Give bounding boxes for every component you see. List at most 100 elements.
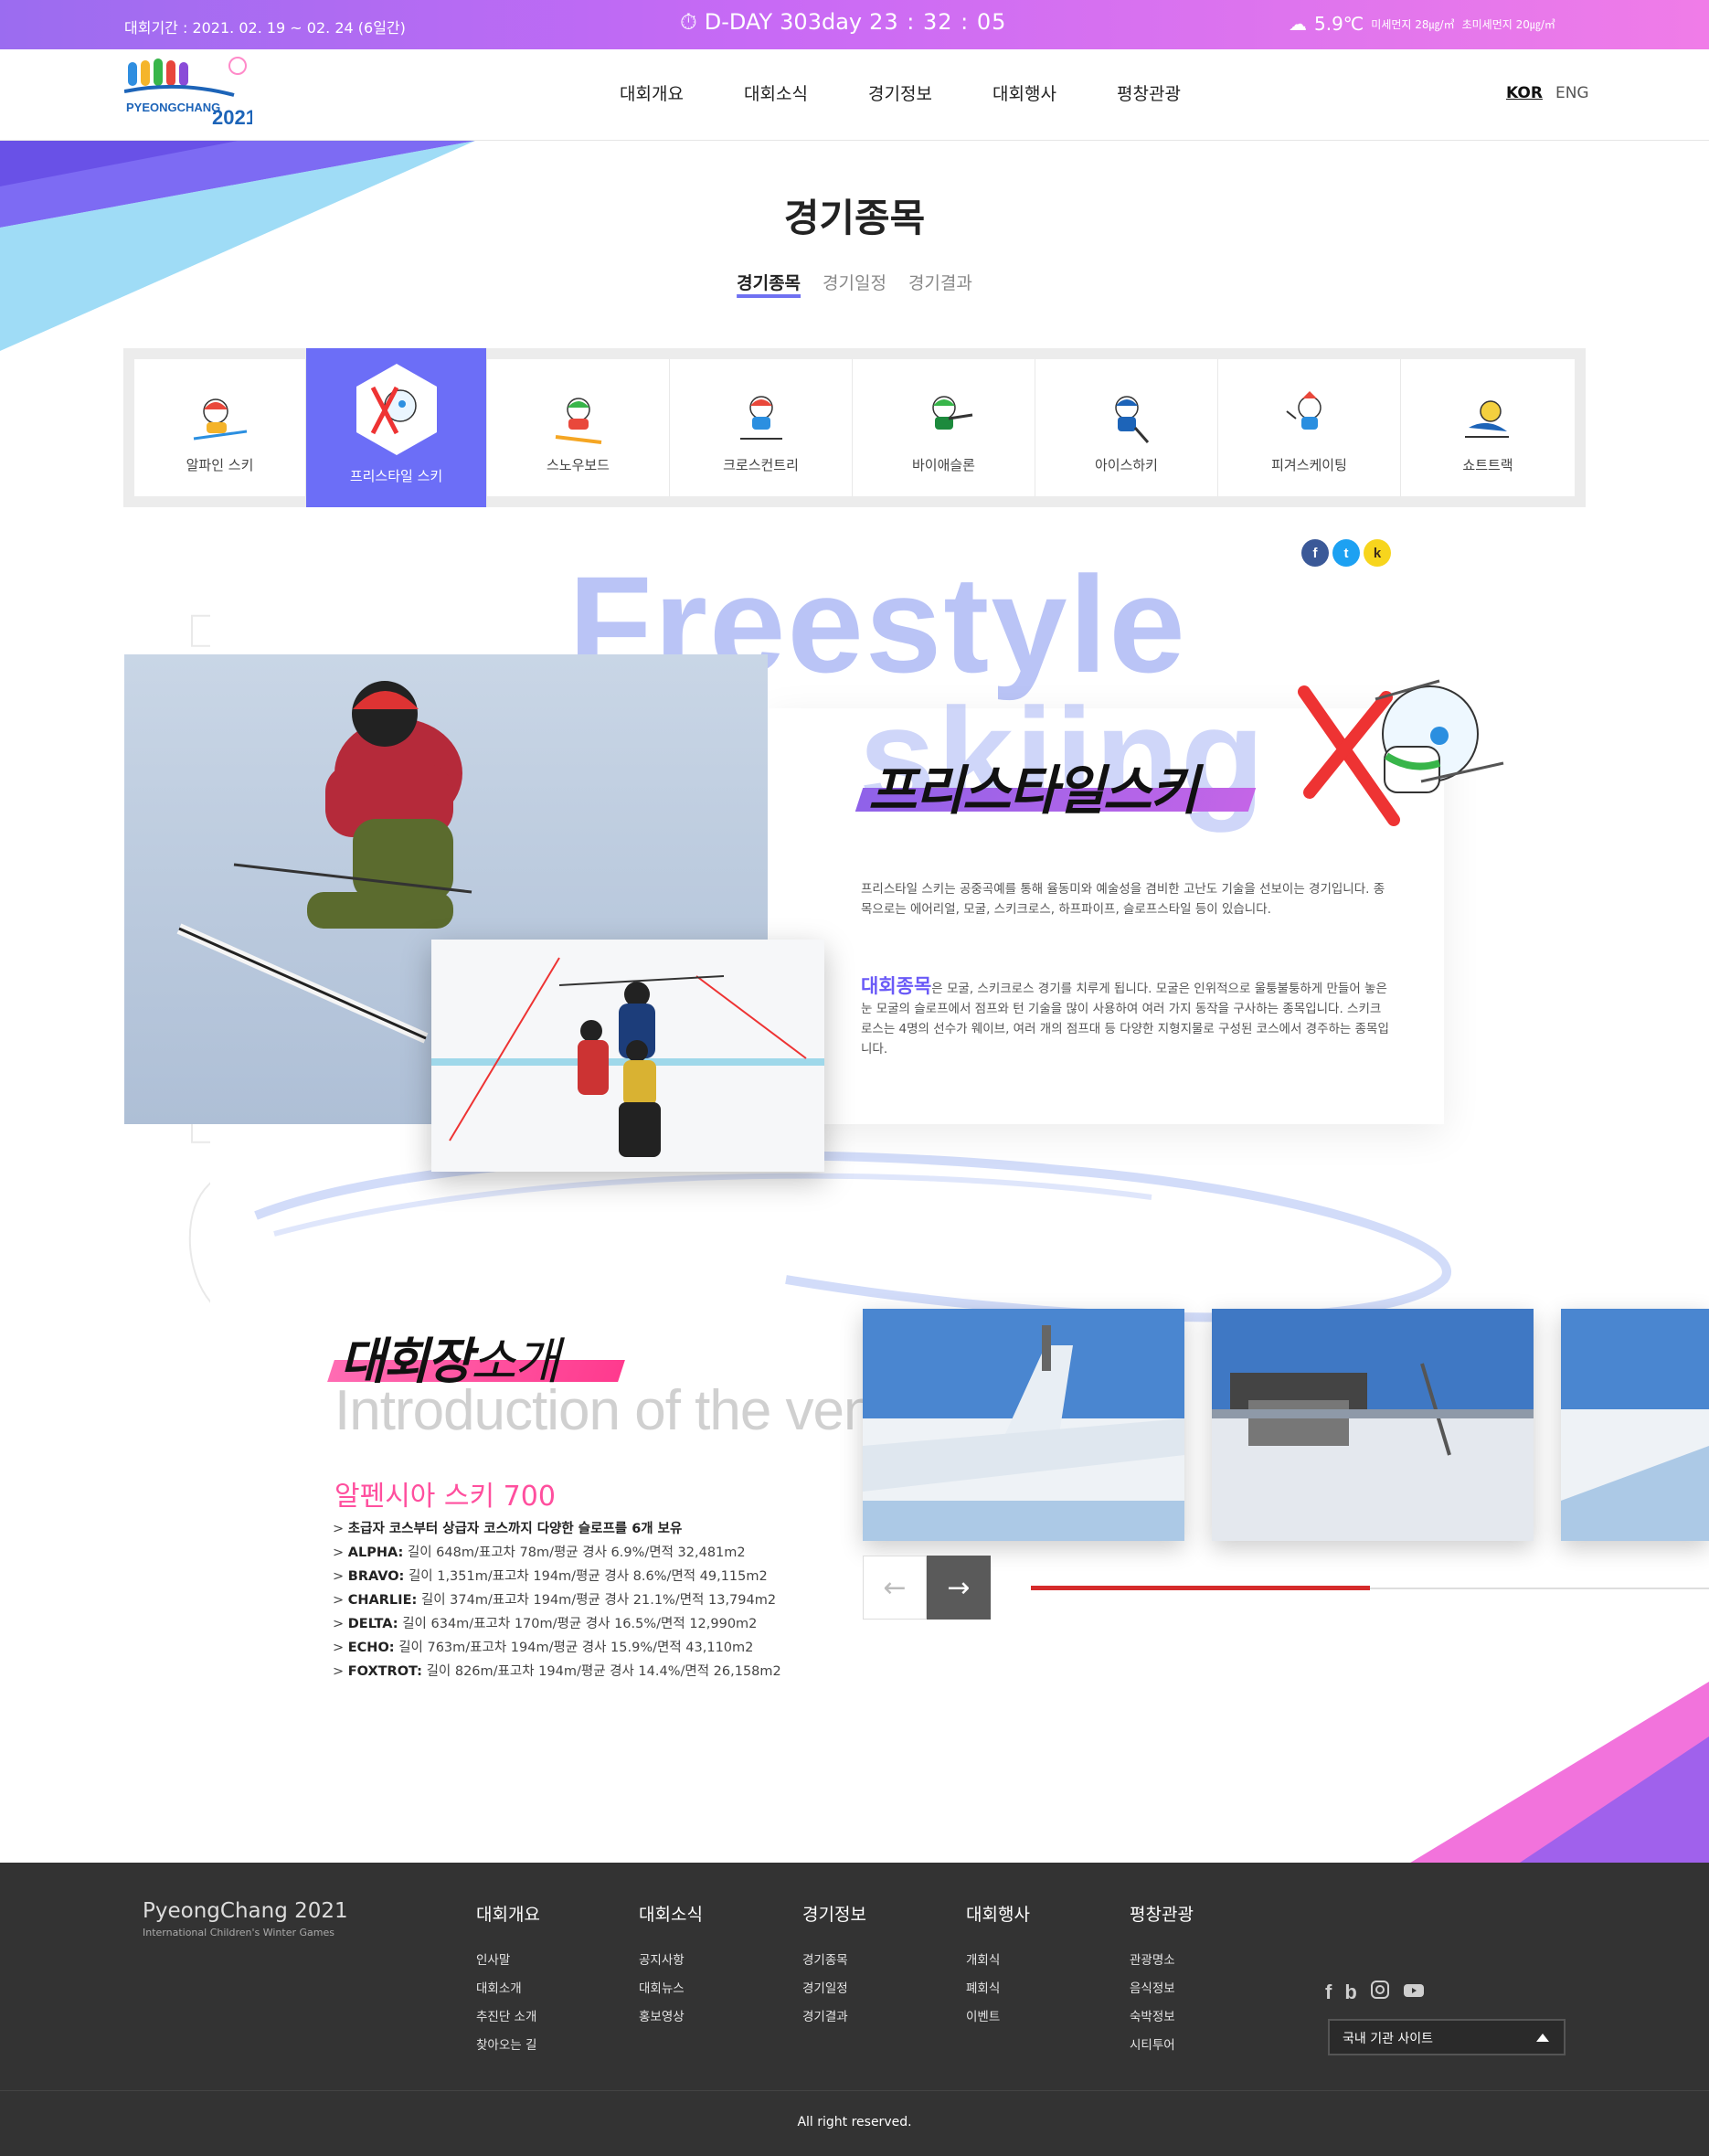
footer-link[interactable]: 공지사항 bbox=[639, 1949, 794, 1978]
footer-col-title: 대회개요 bbox=[476, 1905, 540, 1925]
sub-tabs: 경기종목 경기일정 경기결과 bbox=[0, 270, 1709, 294]
competition-text: 은 모굴, 스키크로스 경기를 치루게 됩니다. 모굴은 인위적으로 울퉁불퉁하… bbox=[861, 982, 1389, 1057]
event-tab-alpine[interactable]: 알파인 스키 bbox=[134, 359, 306, 496]
event-tab-shorttrack[interactable]: 쇼트트랙 bbox=[1401, 359, 1575, 496]
related-sites-select[interactable]: 국내 기관 사이트 bbox=[1328, 2019, 1566, 2055]
slider-progress-fill bbox=[1031, 1586, 1370, 1590]
event-description: 프리스타일 스키는 공중곡예를 통해 율동미와 예술성을 겸비한 고난도 기술을… bbox=[861, 882, 1385, 917]
shorttrack-mascot-icon bbox=[1465, 400, 1509, 438]
icehockey-mascot-icon bbox=[1114, 396, 1149, 443]
footer-link[interactable]: 이벤트 bbox=[966, 2006, 1121, 2034]
event-tab-bar: 알파인 스키 프리스타일 스키 스노우보드 크로스컨트리 바이애슬론 아이스하키… bbox=[123, 348, 1586, 507]
event-tab-biathlon[interactable]: 바이애슬론 bbox=[853, 359, 1035, 496]
venue-photo-slope[interactable] bbox=[1561, 1309, 1709, 1541]
footer-col-events: 대회행사 개회식 폐회식 이벤트 bbox=[966, 1901, 1121, 2034]
course-name: ALPHA: bbox=[347, 1545, 404, 1560]
nav-item-game-info[interactable]: 경기정보 bbox=[838, 80, 962, 105]
cloud-icon: ☁ bbox=[1289, 13, 1307, 35]
event-tab-figureskating[interactable]: 피겨스케이팅 bbox=[1218, 359, 1401, 496]
event-tab-label: 스노우보드 bbox=[546, 457, 610, 473]
course-spec: 길이 648m/표고차 78m/평균 경사 6.9%/면적 32,481m2 bbox=[407, 1545, 746, 1560]
figureskating-mascot-icon bbox=[1285, 391, 1322, 430]
course-name: FOXTROT: bbox=[347, 1664, 422, 1679]
nav-item-overview[interactable]: 대회개요 bbox=[589, 80, 714, 105]
event-tab-freestyle[interactable]: 프리스타일 스키 bbox=[306, 348, 487, 507]
subtab-schedule[interactable]: 경기일정 bbox=[823, 270, 886, 294]
event-tab-label: 아이스하키 bbox=[1094, 457, 1158, 473]
venue-photo-ski-jump[interactable] bbox=[863, 1309, 1184, 1541]
copyright: All right reserved. bbox=[797, 2115, 912, 2129]
facebook-icon[interactable]: f bbox=[1325, 1981, 1332, 2004]
crosscountry-mascot-icon bbox=[739, 396, 782, 440]
footer-link[interactable]: 경기결과 bbox=[802, 2006, 958, 2034]
footer-link[interactable]: 찾아오는 길 bbox=[476, 2034, 632, 2063]
venue-subtitle: Introduction of the venue bbox=[334, 1379, 936, 1442]
blog-icon[interactable]: b bbox=[1344, 1981, 1356, 2004]
footer-col-game-info: 경기정보 경기종목 경기일정 경기결과 bbox=[802, 1901, 958, 2034]
venue-name: 알펜시아 스키 700 bbox=[334, 1481, 556, 1513]
footer-col-overview: 대회개요 인사말 대회소개 추진단 소개 찾아오는 길 bbox=[476, 1901, 632, 2063]
decor-top-left-triangles bbox=[0, 141, 475, 351]
course-name: DELTA: bbox=[347, 1617, 398, 1631]
decor-bottom-right-triangles bbox=[1407, 1682, 1709, 1864]
subtab-events[interactable]: 경기종목 bbox=[737, 270, 801, 294]
footer-link[interactable]: 홍보영상 bbox=[639, 2006, 794, 2034]
footer-link[interactable]: 추진단 소개 bbox=[476, 2006, 632, 2034]
svg-text:PYEONGCHANG: PYEONGCHANG bbox=[126, 101, 220, 114]
list-item: > 초급자 코스부터 상급자 코스까지 다양한 슬로프를 6개 보유 bbox=[333, 1522, 683, 1536]
footer-link[interactable]: 대회뉴스 bbox=[639, 1978, 794, 2006]
footer-link[interactable]: 경기일정 bbox=[802, 1978, 958, 2006]
footer-link[interactable]: 인사말 bbox=[476, 1949, 632, 1978]
event-tab-label: 크로스컨트리 bbox=[723, 457, 799, 473]
biathlon-mascot-icon bbox=[931, 396, 972, 430]
footer-col-news: 대회소식 공지사항 대회뉴스 홍보영상 bbox=[639, 1901, 794, 2034]
event-tab-label: 쇼트트랙 bbox=[1462, 457, 1513, 473]
facebook-share-icon[interactable]: f bbox=[1301, 539, 1329, 567]
venue-photo-lift-station[interactable] bbox=[1212, 1309, 1534, 1541]
kakao-share-icon[interactable]: k bbox=[1364, 539, 1391, 567]
footer-link[interactable]: 관광명소 bbox=[1130, 1949, 1285, 1978]
list-item: > DELTA: 길이 634m/표고차 170m/평균 경사 16.5%/면적… bbox=[333, 1617, 758, 1631]
slider-prev-button[interactable]: ← bbox=[863, 1556, 927, 1620]
footer-link[interactable]: 시티투어 bbox=[1130, 2034, 1285, 2063]
footer-link[interactable]: 음식정보 bbox=[1130, 1978, 1285, 2006]
footer-link[interactable]: 대회소개 bbox=[476, 1978, 632, 2006]
subtab-results[interactable]: 경기결과 bbox=[908, 270, 972, 294]
event-tab-label: 피겨스케이팅 bbox=[1271, 457, 1347, 473]
event-tab-label: 프리스타일 스키 bbox=[349, 468, 443, 484]
lang-eng[interactable]: ENG bbox=[1555, 84, 1589, 102]
course-name: BRAVO: bbox=[347, 1569, 405, 1584]
course-spec: 길이 763m/표고차 194m/평균 경사 15.9%/면적 43,110m2 bbox=[398, 1641, 754, 1655]
language-switcher: KOR ENG bbox=[1506, 84, 1589, 102]
list-item: > BRAVO: 길이 1,351m/표고차 194m/평균 경사 8.6%/면… bbox=[333, 1569, 768, 1584]
event-tab-label: 바이애슬론 bbox=[911, 457, 975, 473]
footer-link[interactable]: 폐회식 bbox=[966, 1978, 1121, 2006]
decor-swoosh bbox=[238, 1133, 1517, 1334]
footer-link[interactable]: 개회식 bbox=[966, 1949, 1121, 1978]
footer-col-title: 평창관광 bbox=[1130, 1905, 1194, 1925]
footer-social: f b bbox=[1325, 1980, 1425, 2005]
footer-link[interactable]: 숙박정보 bbox=[1130, 2006, 1285, 2034]
event-tab-crosscountry[interactable]: 크로스컨트리 bbox=[670, 359, 853, 496]
freestyle-mascot-illustration bbox=[1284, 672, 1513, 835]
fine-dust: 미세먼지 28㎍/㎥ bbox=[1371, 17, 1455, 31]
lang-kor[interactable]: KOR bbox=[1506, 84, 1543, 102]
footer-brand-sub: International Children's Winter Games bbox=[143, 1927, 334, 1938]
nav-item-events[interactable]: 대회행사 bbox=[962, 80, 1087, 105]
event-tab-icehockey[interactable]: 아이스하키 bbox=[1035, 359, 1218, 496]
dday-label: D-DAY bbox=[704, 9, 773, 35]
instagram-icon[interactable] bbox=[1370, 1980, 1390, 2005]
site-logo[interactable]: PYEONGCHANG 2021 bbox=[123, 55, 257, 130]
nav-item-tourism[interactable]: 평창관광 bbox=[1087, 80, 1211, 105]
twitter-share-icon[interactable]: t bbox=[1332, 539, 1360, 567]
event-tab-snowboard[interactable]: 스노우보드 bbox=[487, 359, 670, 496]
nav-item-news[interactable]: 대회소식 bbox=[714, 80, 838, 105]
youtube-icon[interactable] bbox=[1403, 1981, 1425, 2004]
slider-next-button[interactable]: → bbox=[927, 1556, 991, 1620]
footer-link[interactable]: 경기종목 bbox=[802, 1949, 958, 1978]
course-spec: 길이 826m/표고차 194m/평균 경사 14.4%/면적 26,158m2 bbox=[426, 1664, 781, 1679]
course-name: CHARLIE: bbox=[347, 1593, 418, 1608]
dday-counter: ⏱ D-DAY 303day 23 : 32 : 05 bbox=[680, 9, 1006, 35]
svg-text:2021: 2021 bbox=[212, 106, 252, 129]
stopwatch-icon: ⏱ bbox=[680, 9, 697, 35]
